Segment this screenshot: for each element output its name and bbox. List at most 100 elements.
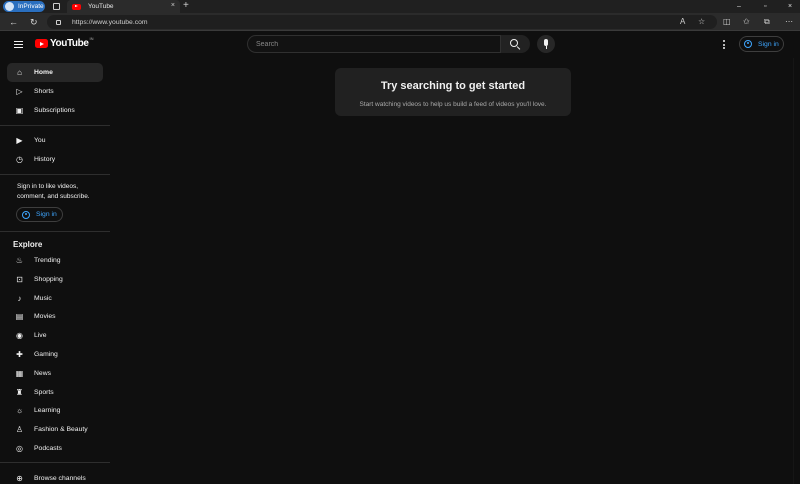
favorites-icon[interactable]: ✩ <box>743 16 750 28</box>
header-signin-button[interactable]: Sign in <box>739 36 784 52</box>
lock-icon <box>56 19 61 25</box>
empty-feed-card: Try searching to get started Start watch… <box>335 68 571 116</box>
tab-close-icon[interactable]: × <box>171 2 175 9</box>
sports-icon: ♜ <box>15 388 24 397</box>
voice-search-button[interactable] <box>537 35 555 53</box>
sidebar-item-label: Learning <box>34 407 61 414</box>
sidebar-item-podcasts[interactable]: ◎ Podcasts <box>7 439 103 458</box>
url-field[interactable]: https://www.youtube.com <box>47 15 717 29</box>
close-window-button[interactable]: × <box>788 0 792 13</box>
account-icon <box>744 40 752 48</box>
sidebar-item-label: You <box>34 137 46 144</box>
sidebar-item-label: Browse channels <box>34 475 86 482</box>
sidebar-item-label: Shopping <box>34 276 63 283</box>
browser-tab-youtube[interactable]: YouTube × <box>67 0 180 13</box>
search-button[interactable] <box>500 35 530 53</box>
sidebar-item-you[interactable]: ▶ You <box>7 131 103 150</box>
sidebar: ⌂ Home ▷ Shorts ▣ Subscriptions ▶ You ◷ … <box>0 58 110 484</box>
sidebar-item-label: Podcasts <box>34 445 62 452</box>
gaming-icon: ✚ <box>16 350 23 359</box>
sidebar-item-news[interactable]: ▦ News <box>7 364 103 383</box>
sidebar-signin-label: Sign in <box>36 211 57 218</box>
maximize-button[interactable]: ▫ <box>764 0 766 13</box>
sidebar-item-label: Sports <box>34 389 54 396</box>
header-signin-label: Sign in <box>758 40 779 48</box>
collections-icon[interactable]: ⧉ <box>764 16 770 28</box>
sidebar-item-live[interactable]: ◉ Live <box>7 326 103 345</box>
url-text: https://www.youtube.com <box>72 18 148 26</box>
home-icon: ⌂ <box>17 68 22 77</box>
split-screen-icon[interactable]: ◫ <box>723 16 731 28</box>
sidebar-item-music[interactable]: ♪ Music <box>7 289 103 308</box>
browse-channels-icon: ⊕ <box>16 474 23 483</box>
sidebar-divider <box>0 231 110 232</box>
sidebar-signin-button[interactable]: Sign in <box>16 207 63 222</box>
sidebar-item-label: Live <box>34 332 47 339</box>
country-code: IN <box>89 36 94 41</box>
sidebar-item-gaming[interactable]: ✚ Gaming <box>7 345 103 364</box>
search-box <box>247 35 530 53</box>
logo-text: YouTube <box>50 38 89 49</box>
more-icon[interactable]: ⋯ <box>785 16 793 28</box>
sidebar-item-home[interactable]: ⌂ Home <box>7 63 103 82</box>
sidebar-item-label: Gaming <box>34 351 58 358</box>
podcasts-icon: ◎ <box>16 444 23 453</box>
empty-feed-subtitle: Start watching videos to help us build a… <box>359 101 547 108</box>
sidebar-item-learning[interactable]: ☼ Learning <box>7 401 103 420</box>
page-scrollbar[interactable] <box>793 58 800 484</box>
shopping-icon: ⊡ <box>16 275 23 284</box>
shorts-icon: ▷ <box>16 87 23 96</box>
signin-note: Sign in to like videos, comment, and sub… <box>17 183 90 200</box>
youtube-logo[interactable]: YouTube IN <box>35 36 94 49</box>
sidebar-item-sports[interactable]: ♜ Sports <box>7 383 103 402</box>
tab-actions-icon[interactable] <box>53 3 60 10</box>
sidebar-divider <box>0 125 110 126</box>
sidebar-item-label: Trending <box>34 257 61 264</box>
sidebar-item-label: Shorts <box>34 88 54 95</box>
new-tab-button[interactable]: + <box>183 0 189 12</box>
sidebar-item-label: Home <box>34 69 53 76</box>
subscriptions-icon: ▣ <box>15 106 24 115</box>
explore-heading: Explore <box>13 240 43 249</box>
youtube-favicon-icon <box>72 3 81 10</box>
sidebar-item-fashion-beauty[interactable]: ♙ Fashion & Beauty <box>7 420 103 439</box>
read-aloud-icon[interactable]: A <box>680 16 685 28</box>
sidebar-item-shopping[interactable]: ⊡ Shopping <box>7 270 103 289</box>
you-icon: ▶ <box>16 136 23 145</box>
browser-address-bar: ← ↻ https://www.youtube.com A ☆ ◫ ✩ ⧉ ⋯ <box>0 13 800 31</box>
music-icon: ♪ <box>17 294 22 303</box>
settings-more-icon[interactable] <box>723 40 726 51</box>
sidebar-item-label: Subscriptions <box>34 107 75 114</box>
sidebar-item-history[interactable]: ◷ History <box>7 150 103 169</box>
youtube-header: YouTube IN Sign in <box>0 32 800 58</box>
sidebar-item-browse-channels[interactable]: ⊕ Browse channels <box>7 469 103 484</box>
live-icon: ◉ <box>16 331 23 340</box>
back-icon[interactable]: ← <box>9 15 18 29</box>
refresh-icon[interactable]: ↻ <box>30 15 38 29</box>
learning-icon: ☼ <box>15 406 24 415</box>
sidebar-divider <box>0 462 110 463</box>
search-icon <box>510 39 518 47</box>
minimize-button[interactable]: – <box>737 0 741 13</box>
microphone-icon <box>544 39 548 46</box>
browser-tab-strip: InPrivate YouTube × + – ▫ × <box>0 0 800 13</box>
menu-icon[interactable] <box>14 41 23 50</box>
sidebar-item-label: Fashion & Beauty <box>34 426 88 433</box>
sidebar-item-shorts[interactable]: ▷ Shorts <box>7 82 103 101</box>
sidebar-item-subscriptions[interactable]: ▣ Subscriptions <box>7 101 103 120</box>
sidebar-item-movies[interactable]: ▤ Movies <box>7 307 103 326</box>
inprivate-badge[interactable]: InPrivate <box>3 1 45 12</box>
favorite-star-icon[interactable]: ☆ <box>698 16 705 28</box>
trending-icon: ♨ <box>15 256 24 265</box>
tab-title: YouTube <box>88 3 114 10</box>
news-icon: ▦ <box>15 369 24 378</box>
profile-avatar-icon <box>5 2 14 11</box>
sidebar-divider <box>0 174 110 175</box>
search-input[interactable] <box>256 37 496 51</box>
fashion-icon: ♙ <box>15 425 24 434</box>
inprivate-label: InPrivate <box>18 3 44 10</box>
sidebar-item-label: History <box>34 156 56 163</box>
sidebar-item-label: Music <box>34 295 52 302</box>
sidebar-item-trending[interactable]: ♨ Trending <box>7 251 103 270</box>
history-icon: ◷ <box>16 155 23 164</box>
